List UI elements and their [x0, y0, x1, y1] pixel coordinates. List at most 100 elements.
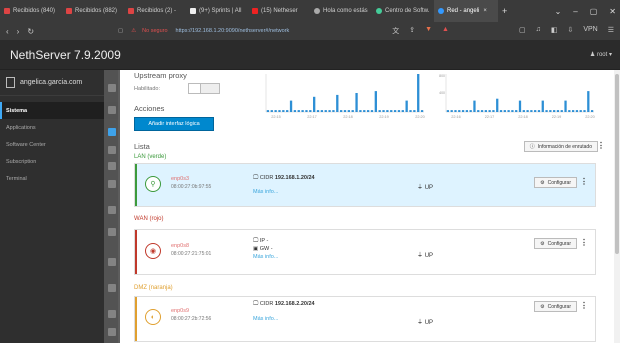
sidebar-item-subscription[interactable]: Subscription [0, 153, 118, 170]
dmz-interface-icon: ◐ [145, 309, 161, 325]
minimize-icon[interactable]: – [573, 7, 577, 16]
new-tab-button[interactable]: + [498, 0, 511, 22]
sidebar-item-sistema[interactable]: Sistema [0, 102, 118, 119]
maximize-icon[interactable]: ▢ [590, 7, 598, 16]
monitor-icon: 🖵 [253, 238, 259, 244]
mac-address: 08:00:27:2b:72:56 [171, 316, 212, 322]
browser-tab-active[interactable]: Red - angeli × [434, 0, 498, 22]
browser-tab[interactable]: Centro de Softw. [372, 0, 434, 22]
close-window-icon[interactable]: ✕ [609, 7, 616, 16]
warning-icon: ⚠ [131, 28, 137, 34]
download-icon[interactable]: ⇩ [567, 26, 573, 36]
url-field[interactable]: ▢ ⚠ No seguro https://192.168.1.20:9090/… [118, 24, 392, 38]
network-page: Upstream proxy Habilitado: Acciones Añad… [120, 70, 614, 343]
chart-bar [450, 110, 453, 112]
ip-label: IP - [259, 238, 269, 244]
chevron-down-icon[interactable]: ⌄ [555, 7, 562, 16]
chart-bar [473, 100, 476, 112]
chart-x-tick: 22:18 [343, 115, 353, 119]
chart-bar [309, 110, 312, 112]
kebab-menu-icon[interactable]: ⋮ [580, 177, 588, 186]
chart-bar [339, 110, 343, 112]
chart-bar [496, 98, 499, 112]
user-menu[interactable]: ♟ root ▾ [590, 51, 612, 58]
chart-bar [556, 110, 560, 112]
logs-icon[interactable] [108, 206, 116, 214]
chart-bar [454, 110, 457, 112]
kebab-menu-icon[interactable]: ⋮ [597, 141, 605, 150]
kebab-menu-icon[interactable]: ⋮ [580, 301, 588, 310]
url-text: https://192.168.1.20:9090/nethserver#/ne… [175, 28, 290, 34]
more-info-link[interactable]: Más info... [253, 316, 278, 322]
more-info-link[interactable]: Más info... [253, 254, 278, 260]
network-icon[interactable] [108, 128, 116, 136]
rewards-icon[interactable]: ▲ [442, 26, 449, 36]
security-icon[interactable] [108, 228, 116, 236]
translate-icon[interactable]: 文 [392, 26, 399, 36]
bookmark-icon[interactable]: ▢ [118, 28, 123, 34]
configure-button[interactable]: ⚙ Configurar [534, 301, 577, 312]
toolbar-icons: 文 ⇪ ▼ ▲ ▢ ♫ ◧ ⇩ VPN ☰ [392, 26, 620, 36]
mac-address: 08:00:27:0b:97:55 [171, 184, 212, 190]
services-icon[interactable] [108, 162, 116, 170]
browser-tab[interactable]: Recibidos (2) - [124, 0, 186, 22]
updates-icon[interactable] [108, 310, 116, 318]
sprints-icon [190, 8, 196, 14]
chart-bar [370, 110, 374, 112]
chart-bar [579, 110, 582, 112]
storage-icon[interactable] [108, 146, 116, 154]
chart-bar [355, 93, 358, 112]
page-scrollbar[interactable] [614, 70, 620, 343]
music-icon[interactable]: ♫ [536, 26, 541, 36]
chart-bar [270, 110, 273, 112]
chart-bar [553, 110, 556, 112]
sidebar-item-software-center[interactable]: Software Center [0, 136, 118, 153]
kebab-menu-icon[interactable]: ⋮ [580, 238, 588, 247]
chart-bar [378, 110, 381, 112]
chart-bar [382, 110, 385, 112]
youtube-icon [252, 8, 258, 14]
back-icon[interactable]: ‹ [6, 27, 9, 36]
add-logical-interface-button[interactable]: Añadir interfaz lógica [134, 117, 214, 131]
users-icon[interactable] [108, 180, 116, 188]
browser-tab[interactable]: Recibidos (882) [62, 0, 124, 22]
menu-icon[interactable]: ☰ [608, 26, 614, 36]
share-icon[interactable]: ⇪ [409, 26, 415, 36]
browser-tab[interactable]: (15) Netheser [248, 0, 310, 22]
chart-bar [343, 110, 347, 112]
sidebar-item-applications[interactable]: Applications [0, 119, 118, 136]
chart-bar [458, 110, 461, 112]
toggle-knob [189, 84, 201, 93]
sidebar-icon[interactable]: ▢ [519, 26, 526, 36]
wallet-icon[interactable]: ◧ [551, 26, 558, 36]
configure-button[interactable]: ⚙ Configurar [534, 238, 577, 249]
vpn-badge[interactable]: VPN [583, 26, 597, 36]
reload-icon[interactable]: ↻ [27, 27, 34, 36]
sidebar-host[interactable]: angelica.garcia.com [0, 70, 118, 96]
chart-bar [537, 110, 541, 112]
interface-name: enp0s8 [171, 243, 190, 249]
configure-button[interactable]: ⚙ Configurar [534, 177, 577, 188]
chart-bar [278, 110, 281, 112]
forward-icon[interactable]: › [17, 27, 20, 36]
browser-tab[interactable]: Hola como estás [310, 0, 372, 22]
browser-tab[interactable]: (9+) Sprints | All [186, 0, 248, 22]
close-tab-icon[interactable]: × [483, 8, 487, 14]
more-info-link[interactable]: Más info... [253, 189, 278, 195]
settings-icon[interactable] [108, 328, 116, 336]
actions-title: Acciones [134, 104, 165, 113]
brave-shield-icon[interactable]: ▼ [425, 26, 432, 36]
certificate-icon[interactable] [108, 284, 116, 292]
chart-bar [488, 110, 491, 112]
browser-tab[interactable]: Recibidos (840) [0, 0, 62, 22]
backup-icon[interactable] [108, 258, 116, 266]
chart-bar [390, 110, 393, 112]
dashboard-icon[interactable] [108, 84, 116, 92]
proxy-enabled-toggle[interactable] [188, 83, 220, 94]
scrollbar-thumb[interactable] [615, 74, 619, 254]
sidebar-item-terminal[interactable]: Terminal [0, 170, 118, 187]
system-icon[interactable] [108, 106, 116, 114]
interface-card-wan: ◉ enp0s8 08:00:27:21:75:01 🖵 IP - ▣ GW -… [134, 229, 596, 275]
nav-icon-column [104, 70, 120, 343]
routing-info-button[interactable]: ⓘ Información de enrutado [523, 141, 598, 152]
